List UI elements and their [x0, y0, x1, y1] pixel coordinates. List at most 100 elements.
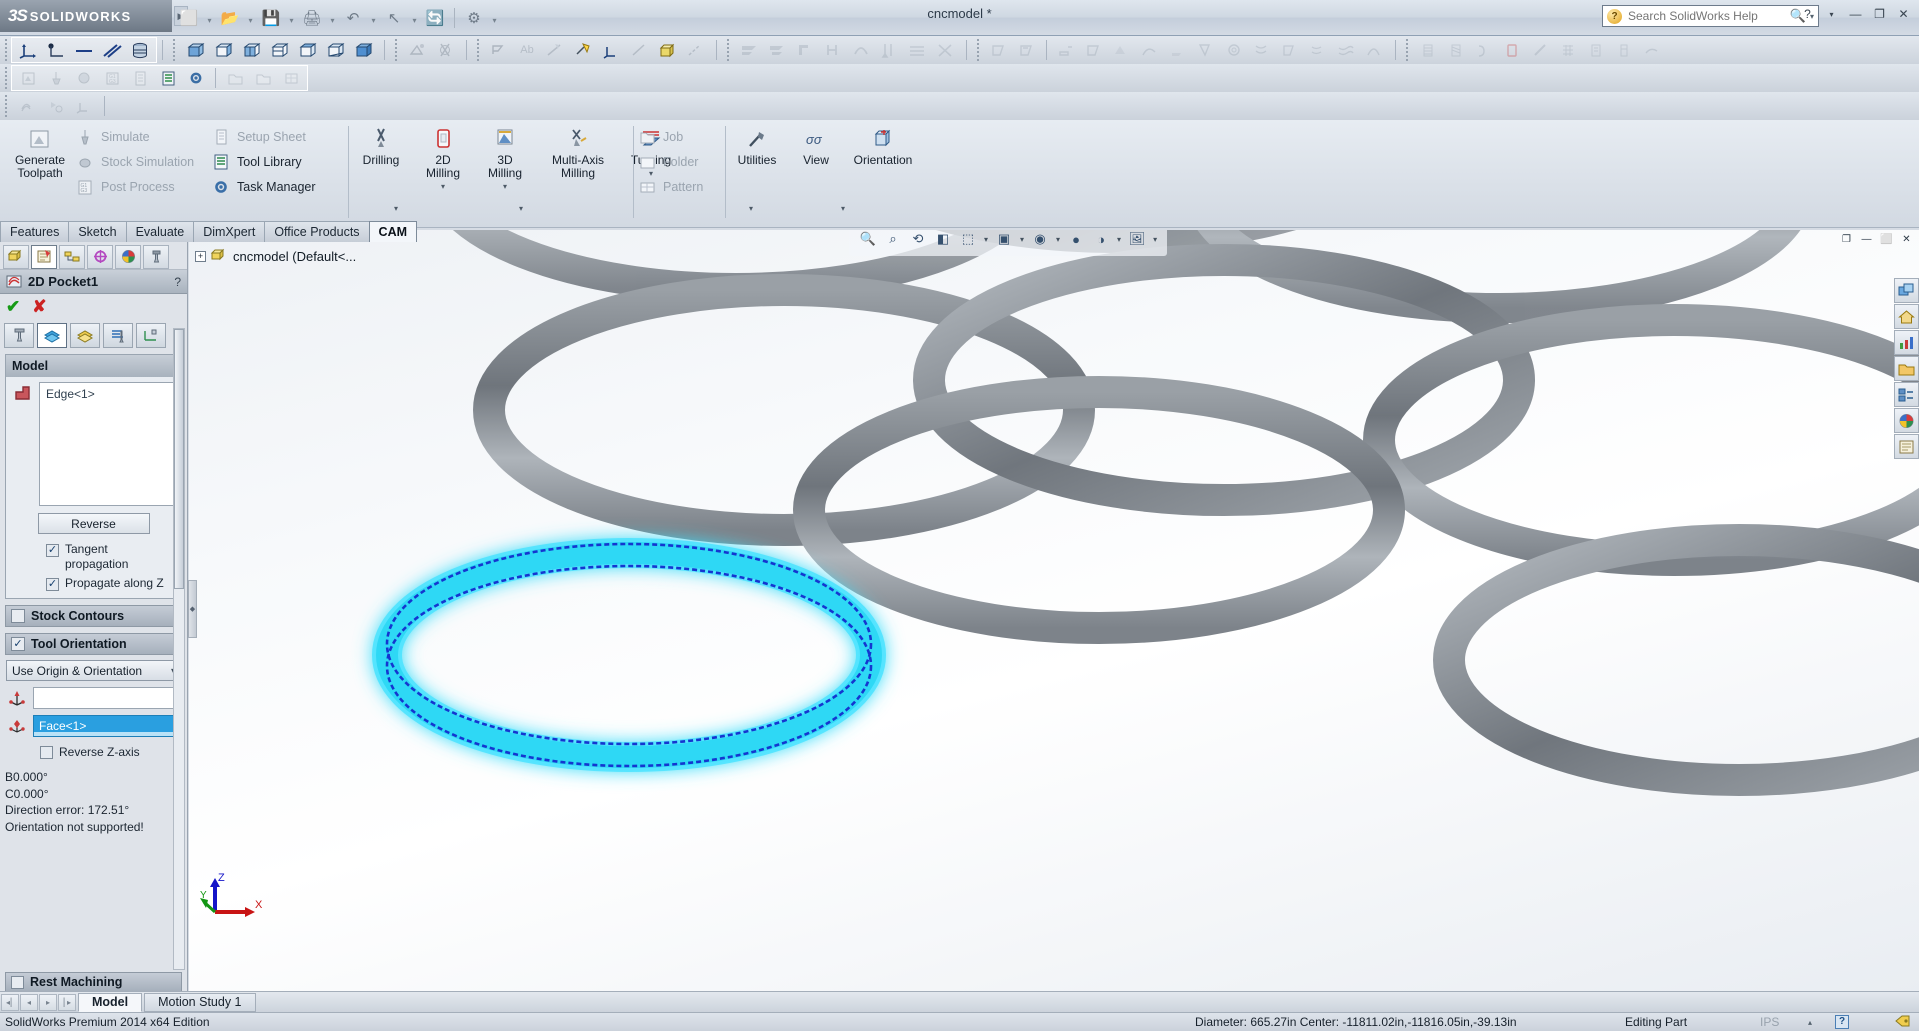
folder-button[interactable]: Folder	[636, 149, 698, 174]
generate-toolpath-small-icon[interactable]	[15, 66, 41, 90]
hide-show-caret[interactable]: ▾	[1056, 235, 1060, 244]
configuration-manager-tab[interactable]	[59, 245, 85, 269]
line-icon[interactable]	[71, 38, 97, 62]
new-job-icon[interactable]	[222, 66, 248, 90]
op-pencil-icon[interactable]	[1137, 38, 1163, 62]
panel-splitter[interactable]: ◆	[188, 580, 197, 638]
tool-orientation-checkbox[interactable]	[11, 637, 25, 651]
smart-dimension-icon[interactable]	[542, 38, 568, 62]
last-tab-button[interactable]: ⎢▸	[58, 994, 76, 1011]
stock-contours-section[interactable]: Stock Contours	[5, 605, 182, 627]
simulate-button[interactable]: Simulate	[74, 124, 150, 149]
appearances-tool[interactable]	[1894, 408, 1919, 433]
op-curve-project-icon[interactable]	[1165, 38, 1191, 62]
display-style-icon[interactable]: ▣	[993, 230, 1015, 250]
geometry-subtab[interactable]	[37, 323, 67, 348]
reverse-button[interactable]: Reverse	[38, 513, 150, 534]
selection-item-edge[interactable]: Edge<1>	[46, 387, 168, 401]
propagate-along-z-checkbox[interactable]	[46, 578, 59, 591]
mach-simulate-icon[interactable]	[1639, 38, 1665, 62]
contour-mill-icon[interactable]	[792, 38, 818, 62]
feature-manager-tab[interactable]	[3, 245, 29, 269]
property-manager-help-icon[interactable]: ?	[174, 275, 181, 289]
view-settings-icon[interactable]: 🖼	[1126, 230, 1148, 250]
help-search-input[interactable]	[1622, 9, 1790, 23]
generate-toolpath-button[interactable]: Generate Toolpath	[4, 124, 76, 180]
mach-slot-icon[interactable]	[1527, 38, 1553, 62]
apply-scene-caret[interactable]: ▾	[1117, 235, 1121, 244]
restore-button[interactable]: ❐	[1870, 4, 1889, 24]
stock-simulation-small-icon[interactable]	[71, 66, 97, 90]
stat-subtab[interactable]	[136, 323, 166, 348]
status-tag-icon[interactable]	[1895, 1014, 1911, 1031]
task-manager-small-icon[interactable]	[183, 66, 209, 90]
curve-2-icon[interactable]	[682, 38, 708, 62]
previous-view-icon[interactable]: ⟲	[907, 230, 929, 250]
parallel-lines-icon[interactable]	[99, 38, 125, 62]
back-view-icon[interactable]	[210, 38, 236, 62]
model-group-header[interactable]: Model	[6, 355, 181, 377]
help-button[interactable]: ?	[1798, 4, 1817, 24]
toolbar-grip-2[interactable]	[170, 39, 177, 61]
mach-grid-icon[interactable]	[1555, 38, 1581, 62]
section-view-icon[interactable]: ◧	[932, 230, 954, 250]
view-orientation-icon[interactable]: ⬚	[957, 230, 979, 250]
wave-utility-icon[interactable]	[14, 94, 40, 118]
pattern-button[interactable]: Pattern	[636, 174, 703, 199]
extract-machinable-features-icon[interactable]	[404, 38, 430, 62]
tool-library-button[interactable]: Tool Library	[210, 149, 302, 174]
tab-features[interactable]: Features	[0, 221, 69, 242]
op-spiral-icon[interactable]	[1221, 38, 1247, 62]
point-line-icon[interactable]	[43, 38, 69, 62]
first-tab-button[interactable]: ◂⎢	[1, 994, 19, 1011]
stock-simulation-button[interactable]: Stock Simulation	[74, 149, 194, 174]
mate-icon[interactable]	[570, 38, 596, 62]
viewport-maximize-button[interactable]: ⬜	[1878, 232, 1895, 247]
toolbar-grip-6[interactable]	[974, 39, 981, 61]
tab-dimxpert[interactable]: DimXpert	[193, 221, 265, 242]
panel-scrollbar-thumb[interactable]	[174, 329, 184, 589]
toolbar3-grip[interactable]	[2, 95, 9, 117]
front-view-icon[interactable]	[182, 38, 208, 62]
view-orientation-caret[interactable]: ▾	[984, 235, 988, 244]
tool-orientation-section[interactable]: Tool Orientation	[5, 633, 182, 655]
utilities-caret[interactable]: ▾	[720, 204, 782, 213]
utilities-button[interactable]: Utilities	[722, 124, 792, 167]
3d-milling-caret[interactable]: ▾	[474, 182, 536, 191]
tree-root-label[interactable]: cncmodel (Default<...	[233, 249, 356, 264]
rest-machining-checkbox[interactable]	[11, 976, 24, 989]
face-mill-icon[interactable]	[736, 38, 762, 62]
property-manager-tab[interactable]	[31, 245, 57, 269]
propagate-along-z-row[interactable]: Propagate along Z	[12, 576, 175, 591]
tab-evaluate[interactable]: Evaluate	[126, 221, 195, 242]
render-tools-tool[interactable]	[1894, 330, 1919, 355]
units-label[interactable]: IPS	[1760, 1015, 1779, 1029]
zoom-to-area-icon[interactable]: ⌕	[882, 230, 904, 250]
op-constant-stepover-icon[interactable]	[1277, 38, 1303, 62]
simulate-small-icon[interactable]	[43, 66, 69, 90]
op-radial-icon[interactable]	[1193, 38, 1219, 62]
op-zlevel-icon[interactable]	[1081, 38, 1107, 62]
tab-model[interactable]: Model	[78, 993, 142, 1012]
orientation-mode-dropdown[interactable]: Use Origin & Orientation ▾	[6, 660, 181, 681]
multiaxis-caret[interactable]: ▾	[490, 204, 552, 213]
op-rest-icon[interactable]	[1305, 38, 1331, 62]
mach-pocket-icon[interactable]	[1471, 38, 1497, 62]
view-button[interactable]: σσ View	[792, 124, 840, 167]
job-button[interactable]: Job	[636, 124, 683, 149]
view-utility-icon[interactable]	[42, 94, 68, 118]
model-selection-listbox[interactable]: Edge<1>	[39, 382, 175, 506]
contour-subtab[interactable]	[103, 323, 133, 348]
help-dropdown-caret[interactable]: ▾	[1822, 4, 1841, 24]
mach-tool-icon[interactable]	[1611, 38, 1637, 62]
apply-scene-icon[interactable]: ◑	[1090, 230, 1112, 250]
bottom-view-icon[interactable]	[322, 38, 348, 62]
task-manager-button[interactable]: Task Manager	[210, 174, 316, 199]
rest-machining-section[interactable]: Rest Machining	[5, 972, 182, 992]
reference-geometry-icon[interactable]	[598, 38, 624, 62]
new-folder-icon[interactable]	[250, 66, 276, 90]
orientation-caret[interactable]: ▾	[812, 204, 874, 213]
post-process-small-icon[interactable]: G1G3	[99, 66, 125, 90]
thread-mill-icon[interactable]	[820, 38, 846, 62]
reverse-z-row[interactable]: Reverse Z-axis	[40, 745, 181, 760]
